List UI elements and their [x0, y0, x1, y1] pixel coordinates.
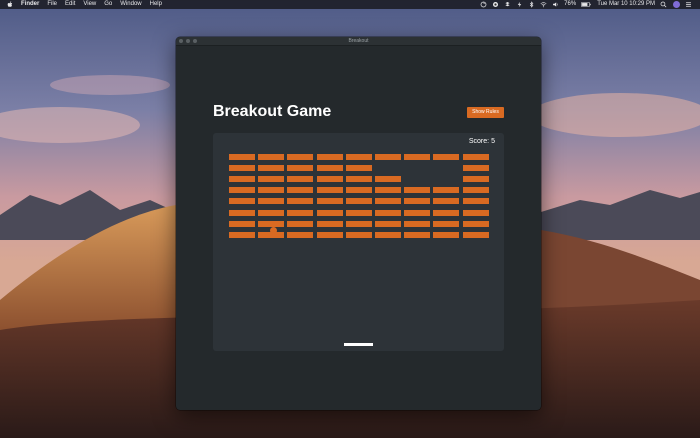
- apple-menu-icon[interactable]: [7, 1, 13, 8]
- brick: [316, 165, 343, 172]
- user-avatar[interactable]: [673, 1, 680, 8]
- menu-file[interactable]: File: [47, 0, 57, 9]
- lightning-icon[interactable]: [516, 1, 523, 8]
- brick: [345, 231, 372, 238]
- page-title: Breakout Game: [213, 103, 332, 120]
- brick: [229, 187, 255, 194]
- brick-grid: [213, 133, 504, 351]
- wifi-icon[interactable]: [540, 1, 547, 8]
- menu-app-finder[interactable]: Finder: [21, 0, 39, 9]
- brick: [462, 165, 489, 172]
- brick: [287, 187, 314, 194]
- brick: [258, 165, 285, 172]
- breakout-window: Breakout Breakout Game Show Rules Score:…: [176, 37, 541, 410]
- notification-center-icon[interactable]: [685, 1, 692, 8]
- paddle[interactable]: [344, 343, 373, 346]
- brick: [375, 198, 401, 205]
- brick: [404, 220, 431, 227]
- brick: [316, 198, 343, 205]
- brick: [433, 198, 460, 205]
- brick: [258, 220, 285, 227]
- sync-icon[interactable]: [480, 1, 487, 8]
- brick: [462, 198, 489, 205]
- brick: [433, 209, 460, 216]
- brick: [462, 231, 489, 238]
- game-canvas[interactable]: Score: 5: [213, 133, 504, 351]
- brick: [316, 154, 343, 160]
- volume-icon[interactable]: [552, 1, 559, 8]
- brick: [375, 220, 401, 227]
- brick: [345, 220, 372, 227]
- spotlight-search-icon[interactable]: [660, 1, 667, 8]
- brick: [229, 176, 255, 183]
- brick: [345, 198, 372, 205]
- bluetooth-icon[interactable]: [528, 1, 535, 8]
- menu-edit[interactable]: Edit: [65, 0, 75, 9]
- brick: [345, 209, 372, 216]
- brick: [462, 187, 489, 194]
- brick: [258, 187, 285, 194]
- brick: [287, 176, 314, 183]
- brick: [229, 165, 255, 172]
- battery-percentage[interactable]: 76%: [564, 0, 576, 9]
- brick: [404, 231, 431, 238]
- brick: [229, 198, 255, 205]
- brick: [462, 154, 489, 160]
- menu-bar: Finder File Edit View Go Window Help 76%…: [0, 0, 700, 9]
- brick: [433, 231, 460, 238]
- brick: [345, 165, 372, 172]
- brick: [462, 209, 489, 216]
- brick: [229, 209, 255, 216]
- brick: [287, 154, 314, 160]
- brick: [258, 198, 285, 205]
- show-rules-button[interactable]: Show Rules: [467, 107, 504, 118]
- brick: [258, 176, 285, 183]
- brick: [287, 209, 314, 216]
- brick: [229, 154, 255, 160]
- brick: [287, 231, 314, 238]
- brick: [258, 154, 285, 160]
- menu-help[interactable]: Help: [150, 0, 162, 9]
- brick: [433, 154, 460, 160]
- brick: [316, 231, 343, 238]
- menu-window[interactable]: Window: [120, 0, 141, 9]
- brick: [345, 176, 372, 183]
- brick: [404, 187, 431, 194]
- brick: [375, 176, 401, 183]
- brick: [433, 220, 460, 227]
- brick: [229, 231, 255, 238]
- brick: [316, 176, 343, 183]
- brick: [345, 154, 372, 160]
- ball: [270, 227, 277, 234]
- brick: [316, 187, 343, 194]
- brick: [433, 187, 460, 194]
- brick: [316, 209, 343, 216]
- brick: [462, 220, 489, 227]
- brick: [258, 209, 285, 216]
- brick: [375, 231, 401, 238]
- menu-go[interactable]: Go: [104, 0, 112, 9]
- brick: [287, 220, 314, 227]
- brick: [404, 198, 431, 205]
- brick: [345, 187, 372, 194]
- window-titlebar[interactable]: Breakout: [176, 37, 541, 46]
- brick: [287, 198, 314, 205]
- battery-icon[interactable]: [581, 1, 591, 8]
- brick: [462, 176, 489, 183]
- menu-view[interactable]: View: [83, 0, 96, 9]
- menubar-clock[interactable]: Tue Mar 10 10:29 PM: [597, 0, 655, 9]
- brick: [375, 154, 401, 160]
- brick: [229, 220, 255, 227]
- brick: [287, 165, 314, 172]
- brick: [404, 209, 431, 216]
- brick: [375, 209, 401, 216]
- dropbox-icon[interactable]: [504, 1, 511, 8]
- brick: [404, 154, 431, 160]
- brick: [375, 187, 401, 194]
- creative-cloud-icon[interactable]: [492, 1, 499, 8]
- window-title: Breakout: [348, 38, 369, 44]
- brick: [316, 220, 343, 227]
